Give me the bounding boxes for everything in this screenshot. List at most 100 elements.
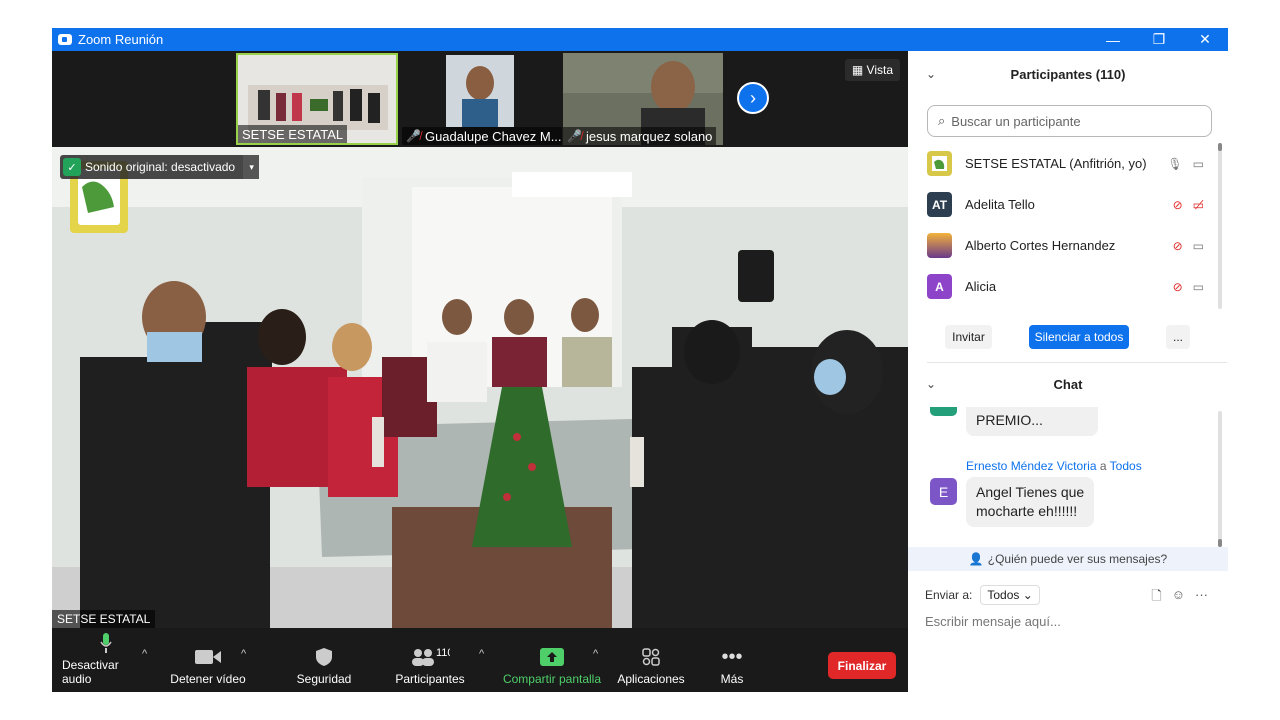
send-to-row: Enviar a: Todos ⌄ bbox=[925, 585, 1040, 605]
search-icon: ⌕ bbox=[938, 113, 946, 128]
participants-options-caret[interactable]: ^ bbox=[479, 648, 484, 660]
share-screen-button[interactable]: Compartir pantalla bbox=[500, 628, 604, 692]
participants-scrollbar[interactable] bbox=[1218, 143, 1222, 309]
more-options-button[interactable]: ... bbox=[1166, 325, 1190, 349]
chat-title: Chat bbox=[1053, 376, 1083, 392]
participant-row[interactable]: AT Adelita Tello ⊘ ▭̸ bbox=[908, 184, 1218, 225]
mute-all-button[interactable]: Silenciar a todos bbox=[1029, 325, 1129, 349]
shield-icon bbox=[315, 642, 333, 672]
speaker-name-label: SETSE ESTATAL bbox=[52, 610, 156, 628]
more-icon[interactable]: ··· bbox=[1195, 587, 1208, 609]
video-camera-icon[interactable]: ▭ bbox=[1193, 239, 1204, 253]
apps-icon bbox=[642, 642, 660, 672]
avatar: E bbox=[930, 478, 957, 505]
video-camera-icon[interactable]: ▭ bbox=[1193, 280, 1204, 294]
thumbnail-jesus[interactable]: 🎤̸ jesus marquez solano bbox=[563, 53, 723, 145]
chat-messages: PREMIO... Ernesto Méndez Victoria a Todo… bbox=[908, 407, 1228, 547]
microphone-icon bbox=[99, 628, 113, 658]
avatar: A bbox=[927, 274, 952, 299]
chat-sender: Ernesto Méndez Victoria a Todos bbox=[966, 459, 1142, 473]
restore-button[interactable]: ❐ bbox=[1136, 28, 1182, 51]
view-button[interactable]: ▦ Vista bbox=[844, 59, 900, 81]
chevron-down-icon[interactable]: ⌄ bbox=[926, 377, 936, 391]
send-to-label: Enviar a: bbox=[925, 588, 973, 602]
recipient-select[interactable]: Todos ⌄ bbox=[980, 585, 1040, 605]
participants-button[interactable]: 110 Participantes bbox=[388, 628, 472, 692]
video-camera-icon[interactable]: ▭ bbox=[1193, 157, 1204, 171]
participant-name: Adelita Tello bbox=[965, 197, 1035, 212]
window-title: Zoom Reunión bbox=[78, 32, 164, 47]
main-video: ✓ Sonido original: desactivado ▾ SETSE E… bbox=[52, 147, 908, 628]
participants-count-badge: 110 bbox=[436, 647, 450, 659]
person-info-icon: 👤 bbox=[968, 552, 984, 566]
muted-mic-icon[interactable]: ⊘ bbox=[1173, 239, 1183, 253]
grid-icon: ▦ bbox=[851, 63, 867, 77]
muted-mic-icon[interactable]: ⊘ bbox=[1173, 198, 1183, 212]
thumbnail-strip: SETSE ESTATAL 🎤̸ Guadalupe Chavez M... 🎤… bbox=[52, 51, 908, 147]
participant-search-input[interactable]: ⌕ Buscar un participante bbox=[927, 105, 1212, 137]
share-screen-icon bbox=[540, 642, 564, 672]
video-camera-icon bbox=[195, 642, 221, 672]
audio-options-caret[interactable]: ^ bbox=[142, 648, 147, 660]
muted-mic-icon: 🎤̸ bbox=[567, 129, 582, 143]
avatar bbox=[927, 151, 952, 176]
chat-message-input[interactable]: Escribir mensaje aquí... bbox=[925, 614, 1061, 629]
participant-name: SETSE ESTATAL (Anfitrión, yo) bbox=[965, 156, 1147, 171]
chevron-down-icon[interactable]: ▾ bbox=[243, 155, 260, 179]
microphone-icon[interactable]: 🎙 bbox=[1167, 157, 1182, 171]
shield-check-icon: ✓ bbox=[63, 158, 81, 176]
close-button[interactable]: ✕ bbox=[1182, 28, 1228, 51]
section-divider bbox=[927, 362, 1227, 363]
meeting-room-video bbox=[52, 147, 908, 628]
chevron-right-icon: › bbox=[750, 87, 756, 108]
thumbnail-name: SETSE ESTATAL bbox=[238, 125, 348, 143]
participants-icon: 110 bbox=[410, 642, 450, 672]
apps-button[interactable]: Aplicaciones bbox=[612, 628, 690, 692]
participant-name: Alicia bbox=[965, 279, 997, 294]
meeting-toolbar: Desactivar audio ^ Detener vídeo ^ Segur… bbox=[52, 628, 908, 692]
video-off-icon[interactable]: ▭̸ bbox=[1193, 198, 1204, 212]
file-icon[interactable]: 🗋 bbox=[1151, 587, 1161, 609]
chat-scrollbar[interactable] bbox=[1218, 411, 1222, 547]
participant-actions: Invitar Silenciar a todos ... bbox=[908, 325, 1228, 351]
minimize-button[interactable]: — bbox=[1090, 28, 1136, 51]
more-button[interactable]: ••• Más bbox=[708, 628, 756, 692]
title-bar: Zoom Reunión — ❐ ✕ bbox=[52, 28, 1228, 51]
avatar bbox=[930, 407, 957, 416]
more-icon: ••• bbox=[721, 645, 743, 668]
next-page-button[interactable]: › bbox=[737, 82, 769, 114]
thumbnail-name: 🎤̸ jesus marquez solano bbox=[563, 127, 717, 145]
search-placeholder: Buscar un participante bbox=[951, 113, 1081, 129]
participant-list: SETSE ESTATAL (Anfitrión, yo) 🎙 ▭ AT Adel… bbox=[908, 143, 1218, 307]
avatar: AT bbox=[927, 192, 952, 217]
original-sound-badge[interactable]: ✓ Sonido original: desactivado ▾ bbox=[60, 155, 260, 179]
original-sound-label: Sonido original: desactivado bbox=[85, 160, 236, 174]
participant-row[interactable]: Alberto Cortes Hernandez ⊘ ▭ bbox=[908, 225, 1218, 266]
muted-mic-icon: 🎤̸ bbox=[406, 129, 421, 143]
side-panel: ⌄ Participantes (110) ⌕ Buscar un partic… bbox=[908, 51, 1228, 692]
chat-tools: 🗋 ☺ ··· bbox=[1151, 587, 1208, 609]
end-meeting-button[interactable]: Finalizar bbox=[828, 652, 896, 679]
video-area: SETSE ESTATAL 🎤̸ Guadalupe Chavez M... 🎤… bbox=[52, 51, 908, 692]
chevron-down-icon[interactable]: ⌄ bbox=[926, 67, 936, 81]
participant-row[interactable]: A Alicia ⊘ ▭ bbox=[908, 266, 1218, 307]
thumbnail-setse[interactable]: SETSE ESTATAL bbox=[236, 53, 398, 145]
video-options-caret[interactable]: ^ bbox=[241, 648, 246, 660]
emoji-icon[interactable]: ☺ bbox=[1172, 587, 1185, 609]
thumbnail-guadalupe[interactable]: 🎤̸ Guadalupe Chavez M... bbox=[402, 53, 562, 145]
stop-video-button[interactable]: Detener vídeo bbox=[164, 628, 252, 692]
muted-mic-icon[interactable]: ⊘ bbox=[1173, 280, 1183, 294]
participant-row[interactable]: SETSE ESTATAL (Anfitrión, yo) 🎙 ▭ bbox=[908, 143, 1218, 184]
participants-title: Participantes (110) bbox=[1010, 66, 1126, 82]
who-can-see-link[interactable]: 👤 ¿Quién puede ver sus mensajes? bbox=[908, 547, 1228, 571]
zoom-logo-icon bbox=[58, 34, 72, 45]
chat-header: ⌄ Chat bbox=[908, 364, 1228, 404]
chat-message: PREMIO... bbox=[966, 407, 1098, 436]
share-options-caret[interactable]: ^ bbox=[593, 648, 598, 660]
participants-header: ⌄ Participantes (110) bbox=[908, 54, 1228, 94]
thumbnail-name: 🎤̸ Guadalupe Chavez M... bbox=[402, 127, 562, 145]
mute-audio-button[interactable]: Desactivar audio bbox=[62, 628, 150, 692]
security-button[interactable]: Seguridad bbox=[284, 628, 364, 692]
invite-button[interactable]: Invitar bbox=[945, 325, 992, 349]
participant-name: Alberto Cortes Hernandez bbox=[965, 238, 1116, 253]
